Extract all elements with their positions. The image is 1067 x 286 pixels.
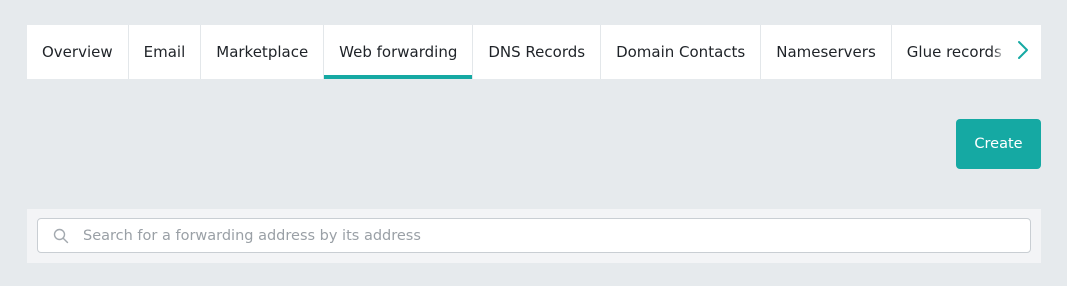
search-panel [27, 209, 1041, 263]
chevron-right-icon [1017, 40, 1029, 64]
tab-glue-records[interactable]: Glue records [892, 25, 1005, 79]
tab-label: DNS Records [488, 43, 586, 61]
tab-label: Nameservers [776, 43, 876, 61]
tab-label: Overview [42, 43, 113, 61]
tab-label: Web forwarding [339, 43, 458, 61]
tab-label: Marketplace [216, 43, 309, 61]
tab-overview[interactable]: Overview [27, 25, 129, 79]
tabs-scroll-right-button[interactable] [1005, 25, 1041, 79]
tab-label: Glue records [906, 43, 1002, 61]
tab-bar: Overview Email Marketplace Web forwardin… [27, 25, 1041, 79]
search-input[interactable] [83, 227, 1003, 244]
tab-label: Domain Contacts [616, 43, 746, 61]
tab-label: Email [143, 43, 186, 61]
search-icon [53, 228, 69, 244]
tab-email[interactable]: Email [129, 25, 202, 79]
tab-web-forwarding[interactable]: Web forwarding [324, 25, 474, 79]
create-button[interactable]: Create [956, 119, 1041, 169]
tab-nameservers[interactable]: Nameservers [761, 25, 892, 79]
tab-domain-contacts[interactable]: Domain Contacts [601, 25, 762, 79]
search-box[interactable] [37, 218, 1031, 253]
tab-dns-records[interactable]: DNS Records [473, 25, 602, 79]
tab-list: Overview Email Marketplace Web forwardin… [27, 25, 1005, 79]
tab-marketplace[interactable]: Marketplace [201, 25, 325, 79]
